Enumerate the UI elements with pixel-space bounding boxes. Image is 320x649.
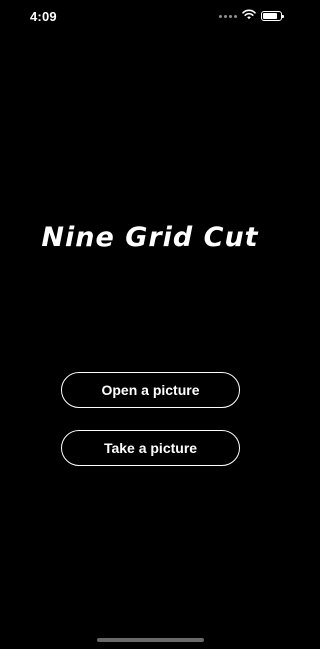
status-time: 4:09 — [30, 9, 57, 24]
status-bar: 4:09 — [0, 0, 300, 34]
cellular-signal-icon — [219, 14, 237, 18]
wifi-icon — [242, 7, 256, 25]
open-picture-button[interactable]: Open a picture — [61, 372, 240, 408]
home-indicator[interactable] — [97, 638, 204, 642]
take-picture-button[interactable]: Take a picture — [61, 430, 240, 466]
battery-icon — [261, 11, 284, 21]
status-icons — [219, 7, 284, 25]
app-title: Nine Grid Cut — [41, 222, 259, 253]
battery-level — [263, 13, 277, 19]
